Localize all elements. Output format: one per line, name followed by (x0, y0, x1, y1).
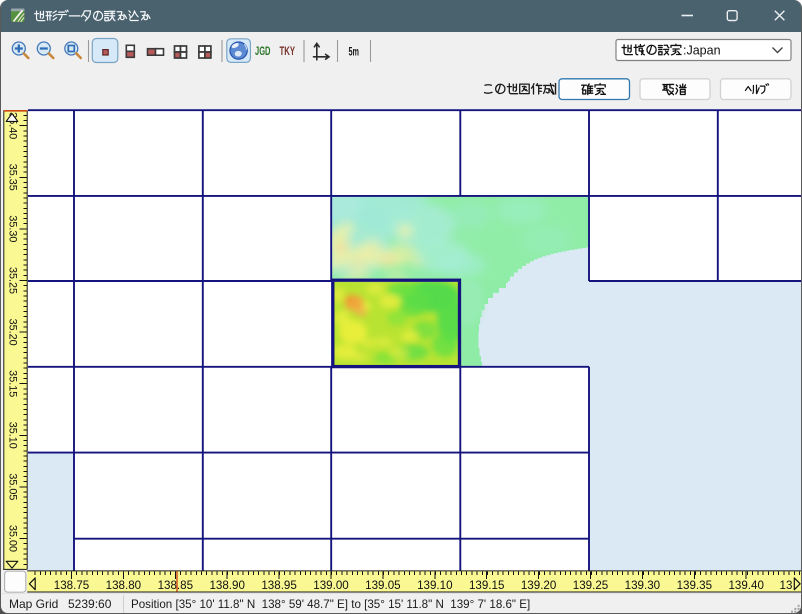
svg-text:35.10: 35.10 (6, 422, 18, 449)
svg-text:139.35: 139.35 (677, 579, 712, 592)
svg-text:139.20: 139.20 (521, 579, 556, 592)
svg-text:139.10: 139.10 (417, 579, 452, 592)
svg-text:13: 13 (780, 579, 793, 592)
svg-text:138.95: 138.95 (261, 579, 296, 592)
svg-text:35.05: 35.05 (6, 473, 18, 500)
svg-text:138.85: 138.85 (158, 579, 193, 592)
svg-text:35.15: 35.15 (6, 370, 18, 397)
svg-text:138.80: 138.80 (106, 579, 141, 592)
svg-text:138.90: 138.90 (209, 579, 244, 592)
svg-text:35.30: 35.30 (6, 215, 18, 242)
svg-text:139.30: 139.30 (625, 579, 660, 592)
svg-text:139.40: 139.40 (728, 579, 763, 592)
svg-text:35.25: 35.25 (6, 267, 18, 294)
svg-text:35.35: 35.35 (6, 164, 18, 191)
svg-text:138.75: 138.75 (54, 579, 89, 592)
svg-text:139.05: 139.05 (365, 579, 400, 592)
svg-text:139.00: 139.00 (313, 579, 348, 592)
svg-text:139.25: 139.25 (573, 579, 608, 592)
svg-text:35.00: 35.00 (6, 525, 18, 552)
svg-text:139.15: 139.15 (469, 579, 504, 592)
svg-text:35.20: 35.20 (6, 319, 18, 346)
